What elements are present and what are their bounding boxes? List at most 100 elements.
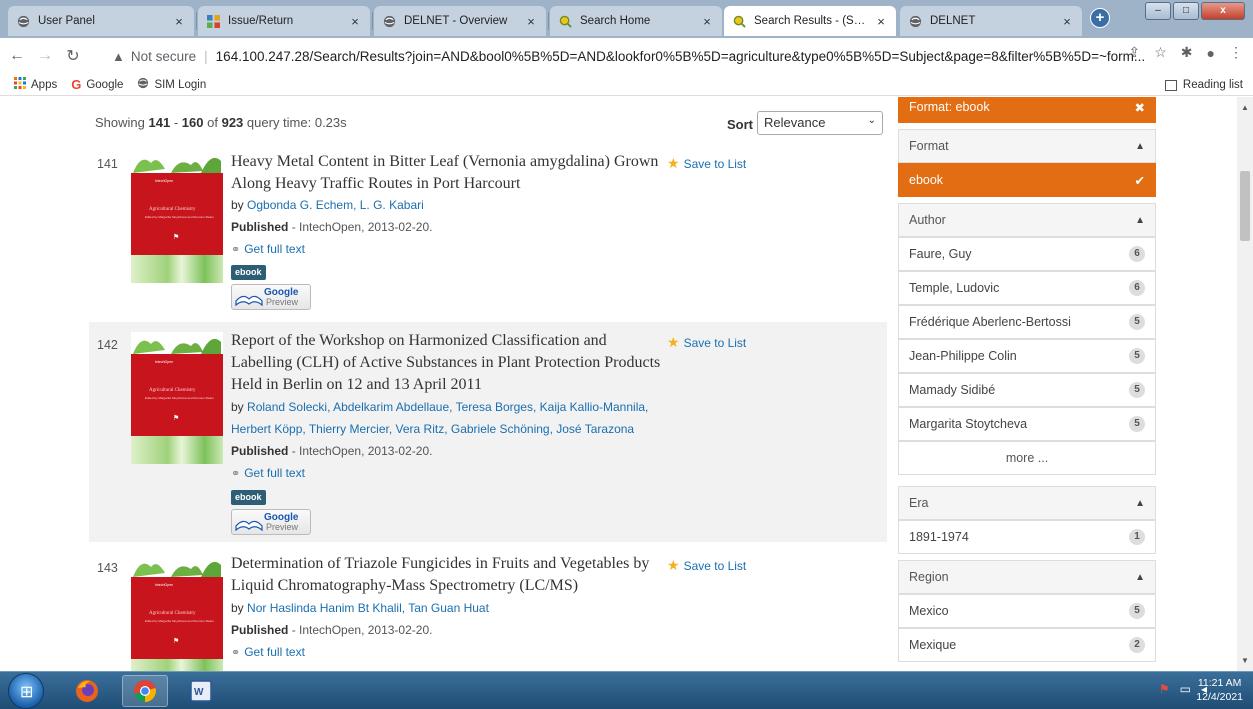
action-center-flag-icon[interactable]: ⚑	[1159, 682, 1170, 696]
tab-close-icon[interactable]: ×	[874, 14, 888, 29]
menu-kebab-icon[interactable]: ⋮	[1229, 44, 1243, 61]
facet-author-item[interactable]: Margarita Stoytcheva 5	[898, 407, 1156, 441]
reading-list-button[interactable]: Reading list	[1164, 74, 1243, 96]
save-to-list-link[interactable]: ★ Save to List	[667, 155, 746, 172]
sort-dropdown[interactable]: Relevance ⌄	[757, 111, 883, 135]
google-preview-button[interactable]: Google Preview	[231, 284, 311, 310]
globe-icon	[16, 14, 30, 28]
tab-close-icon[interactable]: ×	[524, 14, 538, 29]
share-icon[interactable]: ⇪	[1129, 44, 1141, 61]
taskbar-word[interactable]: W	[178, 675, 224, 707]
facet-author-header[interactable]: Author ▲	[898, 203, 1156, 237]
facet-value: Mamady Sidibé	[909, 383, 996, 397]
tab-issue-return[interactable]: Issue/Return ×	[198, 6, 370, 36]
tab-delnet[interactable]: DELNET ×	[900, 6, 1082, 36]
url-text[interactable]: 164.100.247.28/Search/Results?join=AND&b…	[216, 49, 1145, 64]
facet-author-item[interactable]: Mamady Sidibé 5	[898, 373, 1156, 407]
bookmarks-bar: Apps G Google SIM Login Reading list	[0, 74, 1253, 96]
facet-region-item[interactable]: Mexico 5	[898, 594, 1156, 628]
minimize-button[interactable]: –	[1145, 2, 1171, 20]
extensions-puzzle-icon[interactable]: ✱	[1181, 44, 1193, 61]
start-button[interactable]: ⊞	[8, 673, 44, 709]
facet-format-header[interactable]: Format ▲	[898, 129, 1156, 163]
facet-author-item[interactable]: Temple, Ludovic 6	[898, 271, 1156, 305]
close-window-button[interactable]: x	[1201, 2, 1245, 20]
open-book-icon	[235, 520, 263, 532]
bookmark-google[interactable]: G Google	[71, 77, 123, 92]
facet-era-item[interactable]: 1891-1974 1	[898, 520, 1156, 554]
result-title-link[interactable]: Heavy Metal Content in Bitter Leaf (Vern…	[231, 151, 661, 195]
address-divider: |	[204, 48, 208, 64]
facet-author-item[interactable]: Frédérique Aberlenc-Bertossi 5	[898, 305, 1156, 339]
tab-search-results[interactable]: Search Results - (Subject ×	[724, 6, 896, 36]
get-full-text-link[interactable]: ⚭ Get full text	[231, 466, 305, 480]
svg-text:W: W	[194, 687, 204, 698]
word-icon: W	[190, 680, 212, 702]
address-bar[interactable]: ▲ Not secure | 164.100.247.28/Search/Res…	[112, 42, 1174, 70]
tab-close-icon[interactable]: ×	[1060, 14, 1074, 29]
facet-region-item[interactable]: Mexique 2	[898, 628, 1156, 662]
book-cover-image[interactable]: IntechOpen Agricultural Chemistry Edited…	[131, 555, 223, 671]
book-cover-image[interactable]: IntechOpen Agricultural Chemistry Edited…	[131, 151, 223, 283]
result-number: 142	[97, 338, 118, 352]
result-title-link[interactable]: Report of the Workshop on Harmonized Cla…	[231, 330, 661, 396]
save-to-list-link[interactable]: ★ Save to List	[667, 334, 746, 351]
google-preview-button[interactable]: Google Preview	[231, 509, 311, 535]
facet-author-more-link[interactable]: more ...	[898, 441, 1156, 475]
scroll-up-arrow-icon[interactable]: ▲	[1241, 103, 1249, 112]
facet-author-item[interactable]: Jean-Philippe Colin 5	[898, 339, 1156, 373]
tab-close-icon[interactable]: ×	[348, 14, 362, 29]
result-item: 142 IntechOpen Agricultural Chemistry Ed…	[89, 322, 887, 542]
scroll-thumb[interactable]	[1240, 171, 1250, 241]
reload-icon[interactable]: ↻	[62, 45, 84, 67]
bookmark-apps[interactable]: Apps	[14, 77, 57, 92]
bookmark-star-icon[interactable]: ☆	[1154, 44, 1167, 61]
globe-icon	[908, 14, 922, 28]
facet-format-ebook[interactable]: ebook ✔	[898, 163, 1156, 197]
forward-arrow-icon[interactable]: →	[34, 45, 56, 67]
facet-count: 5	[1129, 416, 1145, 432]
author-links[interactable]: Ogbonda G. Echem, L. G. Kabari	[247, 198, 424, 212]
taskbar-clock[interactable]: 11:21 AM 12/4/2021	[1196, 676, 1243, 704]
get-full-text-link[interactable]: ⚭ Get full text	[231, 645, 305, 659]
new-tab-button[interactable]: +	[1090, 8, 1110, 28]
facet-region-header[interactable]: Region ▲	[898, 560, 1156, 594]
author-links[interactable]: Nor Haslinda Hanim Bt Khalil, Tan Guan H…	[247, 601, 489, 615]
windows-logo-icon: ⊞	[20, 684, 34, 701]
cover-subtitle: Edited by Margarita Stoytcheva and Roume…	[145, 619, 214, 623]
network-icon[interactable]: ▭	[1180, 682, 1191, 696]
scroll-down-arrow-icon[interactable]: ▼	[1241, 656, 1249, 665]
tab-user-panel[interactable]: User Panel ×	[8, 6, 194, 36]
author-links[interactable]: Roland Solecki, Abdelkarim Abdellaue, Te…	[231, 400, 648, 436]
tab-close-icon[interactable]: ×	[700, 14, 714, 29]
result-title-link[interactable]: Determination of Triazole Fungicides in …	[231, 553, 661, 597]
publisher-logo-icon: ⚑	[173, 415, 180, 422]
facet-era-header[interactable]: Era ▲	[898, 486, 1156, 520]
tab-delnet-overview[interactable]: DELNET - Overview ×	[374, 6, 546, 36]
by-label: by	[231, 400, 244, 414]
cover-title: Agricultural Chemistry	[149, 207, 196, 212]
taskbar-chrome[interactable]	[122, 675, 168, 707]
facet-author-item[interactable]: Faure, Guy 6	[898, 237, 1156, 271]
tab-close-icon[interactable]: ×	[172, 14, 186, 29]
maximize-button[interactable]: □	[1173, 2, 1199, 20]
profile-avatar-icon[interactable]: ●	[1207, 45, 1215, 61]
query-time: query time: 0.23s	[246, 115, 347, 130]
full-text-label: Get full text	[244, 242, 305, 256]
page-scrollbar[interactable]: ▲ ▼	[1237, 97, 1253, 671]
get-full-text-link[interactable]: ⚭ Get full text	[231, 242, 305, 256]
facet-count: 5	[1129, 603, 1145, 619]
tab-label: DELNET - Overview	[404, 15, 508, 27]
remove-filter-icon[interactable]: ✖	[1135, 100, 1145, 115]
bookmark-sim-login[interactable]: SIM Login	[137, 77, 206, 92]
tab-search-home[interactable]: Search Home ×	[550, 6, 722, 36]
taskbar-firefox[interactable]	[64, 675, 110, 707]
book-cover-image[interactable]: IntechOpen Agricultural Chemistry Edited…	[131, 332, 223, 464]
reading-list-label: Reading list	[1182, 79, 1243, 91]
collapse-triangle-icon: ▲	[1135, 214, 1145, 226]
save-to-list-link[interactable]: ★ Save to List	[667, 557, 746, 574]
back-arrow-icon[interactable]: ←	[6, 45, 28, 67]
active-filter-format[interactable]: Format: ebook ✖	[898, 97, 1156, 123]
facet-title: Era	[909, 496, 929, 510]
save-label: Save to List	[683, 558, 747, 573]
